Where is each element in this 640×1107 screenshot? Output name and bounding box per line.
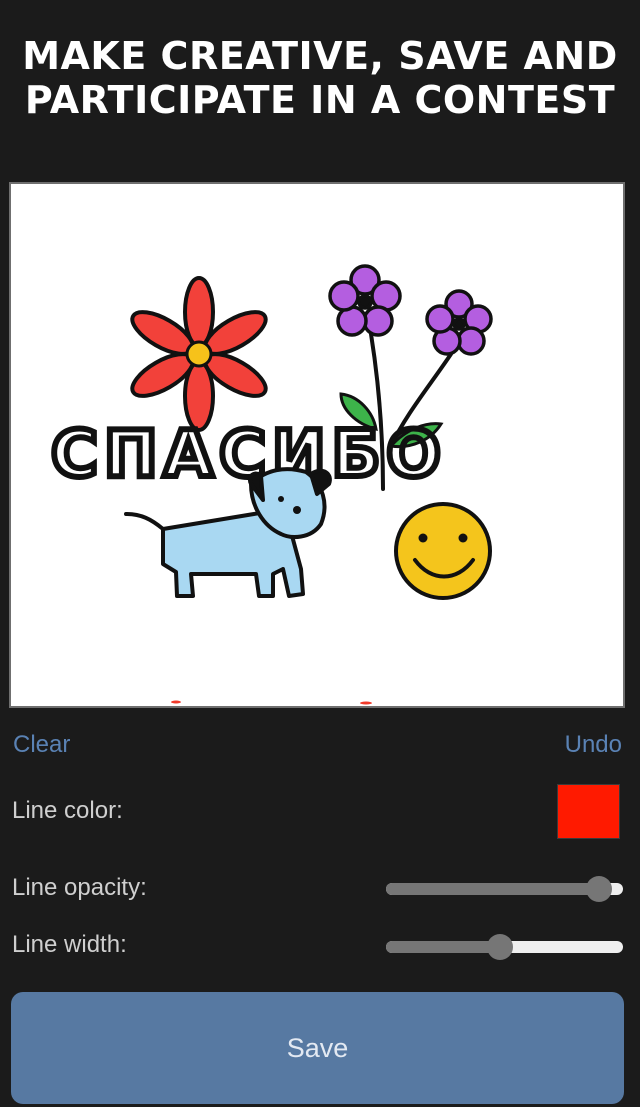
purple-flower-1 [328, 264, 402, 337]
line-width-slider[interactable] [386, 931, 623, 963]
page-title-line-1: MAKE CREATIVE, SAVE AND [22, 34, 618, 78]
stray-marks [171, 700, 372, 705]
slider-fill [386, 941, 501, 953]
drawing-canvas[interactable]: СПАСИБО [9, 182, 625, 708]
line-width-label: Line width: [12, 931, 127, 958]
slider-fill [386, 883, 600, 895]
line-opacity-slider[interactable] [386, 873, 623, 905]
line-color-picker[interactable] [557, 784, 620, 839]
page-title-line-2: PARTICIPATE IN A CONTEST [24, 78, 616, 122]
slider-thumb[interactable] [586, 876, 613, 902]
line-color-label: Line color: [12, 797, 123, 824]
drawing-page: MAKE CREATIVE, SAVE AND PARTICIPATE IN A… [0, 0, 640, 1107]
drawing-image: СПАСИБО [48, 264, 493, 705]
undo-button[interactable]: Undo [565, 731, 622, 759]
purple-flower-2 [425, 289, 493, 356]
clear-button[interactable]: Clear [13, 731, 70, 759]
smiley-drawing [394, 502, 492, 600]
save-button[interactable]: Save [11, 992, 624, 1104]
page-title: MAKE CREATIVE, SAVE AND PARTICIPATE IN A… [0, 34, 640, 122]
slider-thumb[interactable] [487, 934, 514, 960]
red-flower [130, 276, 268, 432]
line-opacity-label: Line opacity: [12, 874, 147, 901]
